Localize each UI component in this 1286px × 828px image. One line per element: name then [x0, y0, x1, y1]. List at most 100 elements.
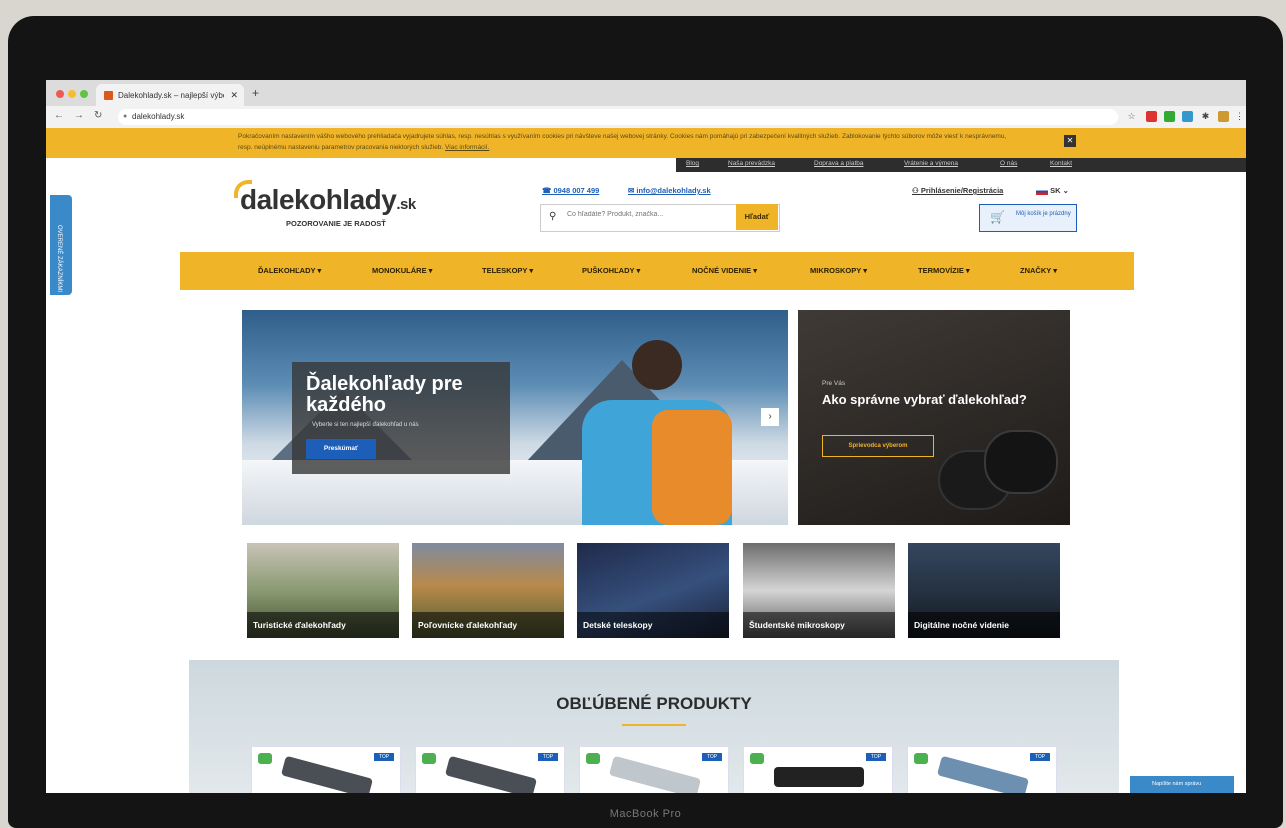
login-link[interactable]: ⚇ Prihlásenie/Registrácia	[912, 186, 1003, 195]
category-label: Turistické ďalekohľady	[247, 612, 399, 638]
puzzle-extensions-icon[interactable]: ✱	[1200, 111, 1211, 122]
logo-tagline: POZOROVANIE JE RADOSŤ	[286, 219, 386, 228]
back-arrow-icon[interactable]: ←	[54, 110, 64, 121]
cookie-close-button[interactable]: ✕	[1064, 135, 1076, 147]
cart-button[interactable]: 🛒 Môj košík je prázdny	[979, 204, 1077, 232]
product-card[interactable]: TOP	[579, 746, 729, 793]
nav-item-puskohlady[interactable]: PUŠKOHĽADY ▾	[582, 266, 640, 275]
url-text: dalekohlady.sk	[132, 112, 185, 121]
chat-bubble-icon	[750, 753, 764, 764]
category-label: Digitálne nočné videnie	[908, 612, 1060, 638]
email-link[interactable]: ✉ info@dalekohlady.sk	[628, 186, 711, 195]
profile-avatar[interactable]	[1218, 111, 1229, 122]
popular-products-section: OBĽÚBENÉ PRODUKTY TOP TOP TOP TOP TOP	[189, 660, 1119, 793]
extension-green-icon[interactable]	[1164, 111, 1175, 122]
utility-link-blog[interactable]: Blog	[686, 160, 699, 167]
logo-arc-icon	[234, 180, 252, 198]
search-input[interactable]	[565, 210, 729, 219]
nav-item-dalekohlady[interactable]: ĎALEKOHĽADY ▾	[258, 266, 321, 275]
language-selector[interactable]: SK ⌄	[1036, 186, 1069, 195]
search-icon: ⚲	[549, 211, 557, 222]
top-badge: TOP	[866, 753, 886, 761]
nav-label: PUŠKOHĽADY	[582, 266, 635, 275]
nav-item-termovizie[interactable]: TERMOVÍZIE ▾	[918, 266, 970, 275]
reload-icon[interactable]: ↻	[94, 110, 102, 121]
top-badge: TOP	[702, 753, 722, 761]
site-logo[interactable]: dalekohlady.sk POZOROVANIE JE RADOSŤ	[234, 180, 416, 228]
logo-tld: .sk	[396, 196, 416, 213]
device-label: MacBook Pro	[609, 808, 682, 820]
utility-link-kontakt[interactable]: Kontakt	[1050, 160, 1072, 167]
tab-close-icon[interactable]: ✕	[230, 90, 238, 101]
reviews-side-tab[interactable]: OVERENÉ ZÁKAZNÍKMI	[50, 195, 72, 295]
logo-wordmark: dalekohlady.sk	[240, 184, 416, 215]
nav-item-teleskopy[interactable]: TELESKOPY ▾	[482, 266, 533, 275]
category-card-nocne-videnie[interactable]: Digitálne nočné videnie	[908, 543, 1060, 638]
utility-link-o-nas[interactable]: O nás	[1000, 160, 1017, 167]
product-card[interactable]: TOP	[907, 746, 1057, 793]
login-label: Prihlásenie/Registrácia	[920, 186, 1004, 195]
cookie-more-link[interactable]: Viac informácií.	[445, 144, 489, 151]
hero-explore-button[interactable]: Preskúmať	[306, 439, 376, 459]
slider-next-arrow-icon[interactable]: ›	[761, 408, 779, 426]
cookie-text-wrap: Pokračovaním nastavením vášho webového p…	[238, 131, 1018, 153]
nav-label: ĎALEKOHĽADY	[258, 266, 316, 275]
tab-bar: Dalekohlady.sk – najlepší výbe ✕ +	[46, 80, 1246, 106]
utility-link-doprava[interactable]: Doprava a platba	[814, 160, 864, 167]
browser-tab[interactable]: Dalekohlady.sk – najlepší výbe ✕	[96, 84, 244, 106]
cookie-text: Pokračovaním nastavením vášho webového p…	[238, 133, 1007, 151]
address-bar: ← → ↻ ● dalekohlady.sk ☆ ✱ ⋮	[46, 106, 1246, 129]
utility-link-prevadzka[interactable]: Naša prevádzka	[728, 160, 775, 167]
product-card[interactable]: TOP	[743, 746, 893, 793]
nav-item-znacky[interactable]: ZNAČKY ▾	[1020, 266, 1057, 275]
language-code: SK	[1050, 186, 1061, 195]
nav-item-monokulare[interactable]: MONOKULÁRE ▾	[372, 266, 432, 275]
extension-red-icon[interactable]	[1146, 111, 1157, 122]
telescope-image	[444, 755, 538, 793]
browser-menu-icon[interactable]: ⋮	[1234, 111, 1245, 122]
guide-banner[interactable]: Pre Vás Ako správne vybrať ďalekohľad? S…	[798, 310, 1070, 525]
utility-link-vratenie[interactable]: Vrátenie a výmena	[904, 160, 958, 167]
hiker-backpack	[652, 410, 732, 525]
tab-title: Dalekohlady.sk – najlepší výbe	[118, 90, 225, 100]
logo-main: dalekohlady	[240, 184, 397, 215]
search-button[interactable]: Hľadať	[736, 204, 778, 230]
nav-item-mikroskopy[interactable]: MIKROSKOPY ▾	[810, 266, 867, 275]
extension-blue-icon[interactable]	[1182, 111, 1193, 122]
nav-label: MIKROSKOPY	[810, 266, 862, 275]
slovak-flag-icon	[1036, 187, 1048, 195]
category-card-mikroskopy[interactable]: Študentské mikroskopy	[743, 543, 895, 638]
nav-item-nocne-videnie[interactable]: NOČNÉ VIDENIE ▾	[692, 266, 757, 275]
guide-button[interactable]: Sprievodca výberom	[822, 435, 934, 457]
popular-products-heading: OBĽÚBENÉ PRODUKTY	[556, 694, 752, 713]
binocular-image	[984, 430, 1058, 494]
category-card-polovnicke[interactable]: Poľovnícke ďalekohľady	[412, 543, 564, 638]
category-label: Detské teleskopy	[577, 612, 729, 638]
cart-icon: 🛒	[990, 210, 1005, 224]
forward-arrow-icon[interactable]: →	[74, 110, 84, 121]
lock-icon: ●	[123, 113, 128, 120]
main-navigation: ĎALEKOHĽADY ▾ MONOKULÁRE ▾ TELESKOPY ▾ P…	[180, 252, 1134, 290]
chat-label: Napíšte nám správu	[1152, 781, 1202, 787]
bookmark-star-icon[interactable]: ☆	[1126, 111, 1137, 122]
product-card[interactable]: TOP	[251, 746, 401, 793]
chat-bubble-icon	[914, 753, 928, 764]
product-card[interactable]: TOP	[415, 746, 565, 793]
url-field[interactable]: ● dalekohlady.sk	[118, 109, 1118, 125]
category-card-turisticke[interactable]: Turistické ďalekohľady	[247, 543, 399, 638]
chat-widget-button[interactable]: Napíšte nám správu	[1130, 776, 1234, 793]
new-tab-button[interactable]: +	[252, 86, 259, 100]
hero-subtitle: Vyberte si ten najlepší ďalekohľad u nás	[312, 422, 419, 428]
heading-underline	[622, 724, 686, 726]
telescope-image	[608, 755, 702, 793]
telescope-image	[280, 755, 374, 793]
nav-label: ZNAČKY	[1020, 266, 1052, 275]
category-card-detske-teleskopy[interactable]: Detské teleskopy	[577, 543, 729, 638]
close-window-button[interactable]	[56, 90, 64, 98]
chat-bubble-icon	[586, 753, 600, 764]
phone-link[interactable]: ☎ 0948 007 499	[542, 186, 599, 195]
nav-label: TELESKOPY	[482, 266, 528, 275]
email-address: info@dalekohlady.sk	[636, 186, 711, 195]
maximize-window-button[interactable]	[80, 90, 88, 98]
minimize-window-button[interactable]	[68, 90, 76, 98]
